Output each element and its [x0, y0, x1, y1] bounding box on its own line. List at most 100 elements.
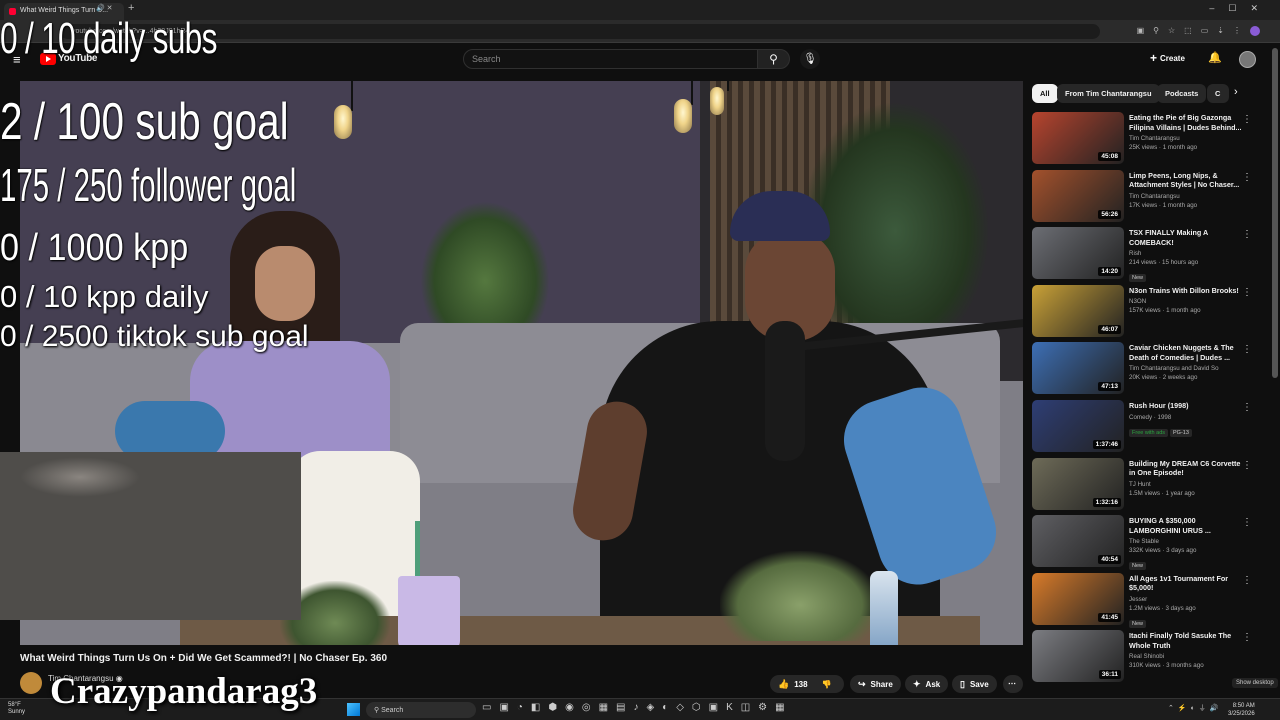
- chip-all[interactable]: All: [1032, 84, 1058, 103]
- recommendation-item[interactable]: 46:07 N3on Trains With Dillon Brooks! N3ON…: [1032, 284, 1264, 337]
- recommendation-item[interactable]: 40:54 BUYING A $350,000 LAMBORGHINI URUS …: [1032, 515, 1264, 571]
- more-actions-icon[interactable]: ⋯: [1003, 675, 1023, 693]
- recommendation-title[interactable]: All Ages 1v1 Tournament For $5,000!: [1129, 574, 1247, 593]
- more-options-icon[interactable]: ⋮: [1242, 402, 1252, 413]
- search-icon[interactable]: ⚲: [757, 49, 790, 69]
- more-options-icon[interactable]: ⋮: [1242, 229, 1252, 240]
- recommendation-channel[interactable]: Tim Chantarangsu and David So: [1129, 365, 1247, 372]
- more-options-icon[interactable]: ⋮: [1242, 344, 1252, 355]
- recommendation-channel[interactable]: Tim Chantarangsu: [1129, 135, 1247, 142]
- chip-more[interactable]: C: [1207, 84, 1229, 103]
- duration-badge: 47:13: [1098, 382, 1121, 392]
- recommendation-meta: 20K views · 2 weeks ago: [1129, 374, 1198, 382]
- follower-goal-counter: 175 / 250 follower goal: [0, 159, 297, 211]
- recommendation-meta: 17K views · 1 month ago: [1129, 201, 1198, 209]
- recommendation-title[interactable]: N3on Trains With Dillon Brooks!: [1129, 286, 1247, 296]
- bookmark-icon: ▯: [960, 679, 965, 689]
- chip-from-channel[interactable]: From Tim Chantarangsu: [1057, 84, 1160, 103]
- sidebar-scrollbar[interactable]: [1272, 48, 1278, 378]
- recommendation-meta: 332K views · 3 days ago: [1129, 547, 1197, 555]
- create-button[interactable]: + Create: [1150, 51, 1185, 67]
- recommendation-title[interactable]: Caviar Chicken Nuggets & The Death of Co…: [1129, 343, 1247, 362]
- video-thumbnail[interactable]: 45:08: [1032, 112, 1124, 164]
- clock[interactable]: 8:50 AM 3/25/2026: [1228, 702, 1255, 718]
- recommendation-channel[interactable]: Jesser: [1129, 596, 1247, 603]
- recommendation-title[interactable]: Limp Peens, Long Nips, & Attachment Styl…: [1129, 171, 1247, 190]
- more-options-icon[interactable]: ⋮: [1242, 460, 1252, 471]
- duration-badge: 40:54: [1098, 555, 1121, 565]
- window-controls[interactable]: –☐✕: [1209, 3, 1272, 14]
- create-label: Create: [1160, 54, 1185, 63]
- like-button[interactable]: 👍 138 👎: [770, 675, 844, 693]
- tab-title: What Weird Things Turn U...: [20, 7, 109, 14]
- recommendation-channel[interactable]: Tim Chantarangsu: [1129, 193, 1247, 200]
- more-options-icon[interactable]: ⋮: [1242, 517, 1252, 528]
- recommendation-item[interactable]: 36:11 Itachi Finally Told Sasuke The Whol…: [1032, 630, 1264, 683]
- more-options-icon[interactable]: ⋮: [1242, 575, 1252, 586]
- recommendation-item[interactable]: 47:13 Caviar Chicken Nuggets & The Death …: [1032, 342, 1264, 395]
- search-input[interactable]: Search: [463, 49, 758, 69]
- channel-avatar[interactable]: [20, 672, 42, 694]
- sparkle-icon: ✦: [913, 679, 921, 689]
- video-thumbnail[interactable]: 1:37:46: [1032, 400, 1124, 452]
- kpp-counter: 0 / 1000 kpp: [0, 227, 189, 269]
- video-thumbnail[interactable]: 56:26: [1032, 169, 1124, 222]
- recommendation-channel[interactable]: N3ON: [1129, 298, 1247, 305]
- recommendation-title[interactable]: BUYING A $350,000 LAMBORGHINI URUS ...: [1129, 516, 1247, 535]
- recommendation-meta: 1.2M views · 3 days ago: [1129, 604, 1196, 612]
- duration-badge: 36:11: [1098, 670, 1121, 680]
- weather-widget[interactable]: 58°F Sunny: [8, 702, 25, 716]
- new-tab-icon[interactable]: +: [128, 2, 134, 14]
- more-options-icon[interactable]: ⋮: [1242, 632, 1252, 643]
- recommendation-item[interactable]: 56:26 Limp Peens, Long Nips, & Attachment…: [1032, 169, 1264, 222]
- system-tray-icons[interactable]: ⌃⚡◐⏚🔊: [1168, 703, 1223, 713]
- chevron-right-icon[interactable]: ›: [1234, 86, 1238, 98]
- video-thumbnail[interactable]: 47:13: [1032, 342, 1124, 395]
- video-thumbnail[interactable]: 36:11: [1032, 630, 1124, 683]
- chip-podcasts[interactable]: Podcasts: [1157, 84, 1207, 103]
- recommendation-channel[interactable]: Comedy · 1998: [1129, 414, 1247, 421]
- kpp-daily-counter: 0 / 10 kpp daily: [0, 279, 209, 314]
- daily-subs-counter: 0 / 10 daily subs: [0, 14, 217, 63]
- ask-button[interactable]: ✦ Ask: [905, 675, 949, 693]
- more-options-icon[interactable]: ⋮: [1242, 287, 1252, 298]
- more-options-icon[interactable]: ⋮: [1242, 114, 1252, 125]
- more-options-icon[interactable]: ⋮: [1242, 172, 1252, 183]
- video-thumbnail[interactable]: 14:20: [1032, 227, 1124, 280]
- recommendation-channel[interactable]: TJ Hunt: [1129, 481, 1247, 488]
- recommendation-title[interactable]: Rush Hour (1998): [1129, 401, 1247, 411]
- recommendation-title[interactable]: TSX FINALLY Making A COMEBACK!: [1129, 228, 1247, 247]
- duration-badge: 1:32:16: [1092, 497, 1121, 507]
- recommendation-item[interactable]: 45:08 Eating the Pie of Big Gazonga Filip…: [1032, 112, 1264, 164]
- account-avatar[interactable]: [1239, 51, 1256, 68]
- recommendation-item[interactable]: 1:32:16 Building My DREAM C6 Corvette in …: [1032, 457, 1264, 510]
- recommendation-title[interactable]: Building My DREAM C6 Corvette in One Epi…: [1129, 459, 1247, 478]
- recommendation-title[interactable]: Eating the Pie of Big Gazonga Filipina V…: [1129, 113, 1247, 132]
- taskbar-apps[interactable]: ▭▣◔◧⬢◉◎▦▤♪◈◐◇⬡▣K◫⚙▦: [482, 702, 793, 713]
- extension-icons[interactable]: ▣⚲☆⬚▭⇣⋮: [1137, 26, 1260, 36]
- notifications-bell-icon[interactable]: 🔔: [1208, 51, 1222, 64]
- start-icon[interactable]: [347, 703, 360, 716]
- browser-profile-icon[interactable]: [1250, 26, 1260, 36]
- recommendation-channel[interactable]: The Stable: [1129, 538, 1247, 545]
- video-thumbnail[interactable]: 1:32:16: [1032, 457, 1124, 510]
- save-button[interactable]: ▯ Save: [952, 675, 997, 693]
- tab-audio-close-icons[interactable]: 🔊 ✕: [96, 4, 113, 12]
- recommendation-channel[interactable]: Real Shinobi: [1129, 653, 1247, 660]
- sub-goal-counter: 2 / 100 sub goal: [0, 93, 289, 151]
- video-thumbnail[interactable]: 41:45: [1032, 572, 1124, 625]
- recommendation-item[interactable]: 1:37:46 Rush Hour (1998) Comedy · 1998 Free…: [1032, 400, 1264, 452]
- taskbar-search[interactable]: ⚲ Search: [366, 702, 476, 718]
- share-button[interactable]: ↪ Share: [850, 675, 901, 693]
- recommendation-meta: 1.5M views · 1 year ago: [1129, 489, 1195, 497]
- dislike-icon[interactable]: 👎: [822, 680, 832, 689]
- recommendation-meta: 310K views · 3 months ago: [1129, 662, 1204, 670]
- recommendation-title[interactable]: Itachi Finally Told Sasuke The Whole Tru…: [1129, 631, 1247, 650]
- video-thumbnail[interactable]: 46:07: [1032, 284, 1124, 337]
- microphone-icon[interactable]: 🎙: [800, 49, 820, 69]
- video-thumbnail[interactable]: 40:54: [1032, 515, 1124, 568]
- recommendation-item[interactable]: 41:45 All Ages 1v1 Tournament For $5,000!…: [1032, 572, 1264, 628]
- share-icon: ↪: [858, 679, 866, 689]
- recommendation-item[interactable]: 14:20 TSX FINALLY Making A COMEBACK! Rish 2…: [1032, 227, 1264, 283]
- recommendation-channel[interactable]: Rish: [1129, 250, 1247, 257]
